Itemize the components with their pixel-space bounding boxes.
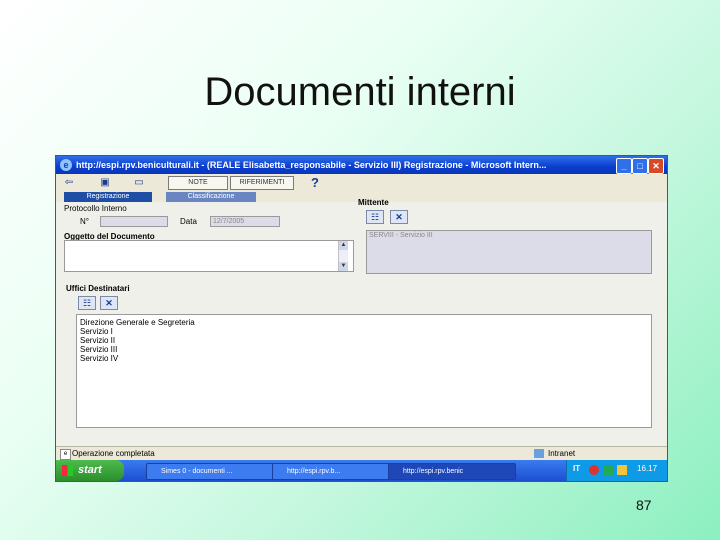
- tab-registrazione[interactable]: Registrazione: [64, 192, 152, 202]
- start-button[interactable]: start: [56, 460, 124, 481]
- list-item[interactable]: Servizio IV: [80, 354, 118, 363]
- page-number: 87: [636, 497, 652, 513]
- language-indicator[interactable]: IT: [573, 464, 580, 473]
- mittente-select-list-icon[interactable]: ☷: [366, 210, 384, 224]
- status-bar: e Operazione completata Intranet: [56, 446, 667, 460]
- internet-explorer-icon: e: [60, 159, 72, 171]
- page-done-icon: e: [60, 449, 71, 460]
- oggetto-scrollbar[interactable]: ▲ ▼: [338, 241, 348, 271]
- system-tray: IT 16.17: [566, 460, 667, 481]
- form-content: Protocollo Interno N° Data 12/7/2005 Ogg…: [56, 198, 667, 446]
- list-item[interactable]: Servizio II: [80, 336, 115, 345]
- taskbar-item-espi-2[interactable]: http://espi.rpv.benic: [388, 463, 516, 480]
- tray-app-icon[interactable]: [589, 465, 599, 475]
- save-disk-icon[interactable]: ▣: [98, 177, 112, 189]
- numero-label: N°: [80, 217, 89, 226]
- slide-title: Documenti interni: [204, 70, 516, 114]
- help-icon[interactable]: ?: [308, 176, 322, 189]
- window-title: http://espi.rpv.beniculturali.it - (REAL…: [76, 160, 547, 170]
- window-titlebar[interactable]: e http://espi.rpv.beniculturali.it - (RE…: [56, 156, 667, 174]
- tray-volume-icon[interactable]: [617, 465, 627, 475]
- mittente-clear-icon[interactable]: ✕: [390, 210, 408, 224]
- status-text: Operazione completata: [72, 449, 155, 458]
- intranet-zone-icon: [534, 449, 544, 458]
- new-page-icon[interactable]: ▭: [132, 177, 146, 189]
- list-item[interactable]: Servizio I: [80, 327, 113, 336]
- start-label: start: [78, 464, 102, 476]
- mittente-field[interactable]: SERVIII - Servizio III: [366, 230, 652, 274]
- uffici-clear-icon[interactable]: ✕: [100, 296, 118, 310]
- app-toolbar: ⇦ ▣ ▭ NOTE RIFERIMENTI ?: [56, 174, 667, 193]
- close-button[interactable]: ✕: [648, 158, 664, 174]
- note-button[interactable]: NOTE: [168, 176, 228, 190]
- clock: 16.17: [637, 464, 658, 473]
- protocollo-label: Protocollo Interno: [64, 204, 127, 213]
- data-label: Data: [180, 217, 197, 226]
- back-arrow-icon[interactable]: ⇦: [62, 177, 76, 189]
- zone-text: Intranet: [548, 449, 576, 458]
- mittente-label: Mittente: [358, 198, 389, 207]
- uffici-select-list-icon[interactable]: ☷: [78, 296, 96, 310]
- numero-field[interactable]: [100, 216, 168, 227]
- scroll-up-icon[interactable]: ▲: [339, 241, 348, 250]
- windows-logo-icon: [62, 465, 73, 476]
- oggetto-textarea[interactable]: [64, 240, 354, 272]
- maximize-button[interactable]: □: [632, 158, 648, 174]
- data-field[interactable]: 12/7/2005: [210, 216, 280, 227]
- tray-network-icon[interactable]: [603, 465, 613, 475]
- taskbar-item-simes[interactable]: Simes 0 - documenti ...: [146, 463, 280, 480]
- browser-screenshot: e http://espi.rpv.beniculturali.it - (RE…: [55, 155, 668, 482]
- list-item[interactable]: Servizio III: [80, 345, 117, 354]
- minimize-button[interactable]: _: [616, 158, 632, 174]
- taskbar-item-espi-1[interactable]: http://espi.rpv.b...: [272, 463, 396, 480]
- scroll-down-icon[interactable]: ▼: [339, 262, 348, 271]
- uffici-label: Uffici Destinatari: [66, 284, 130, 293]
- riferimenti-button[interactable]: RIFERIMENTI: [230, 176, 294, 190]
- windows-taskbar: start Simes 0 - documenti ... http://esp…: [56, 460, 667, 481]
- tab-classificazione[interactable]: Classificazione: [166, 192, 256, 202]
- uffici-listbox[interactable]: Direzione Generale e Segreteria Servizio…: [76, 314, 652, 428]
- list-item[interactable]: Direzione Generale e Segreteria: [80, 318, 195, 327]
